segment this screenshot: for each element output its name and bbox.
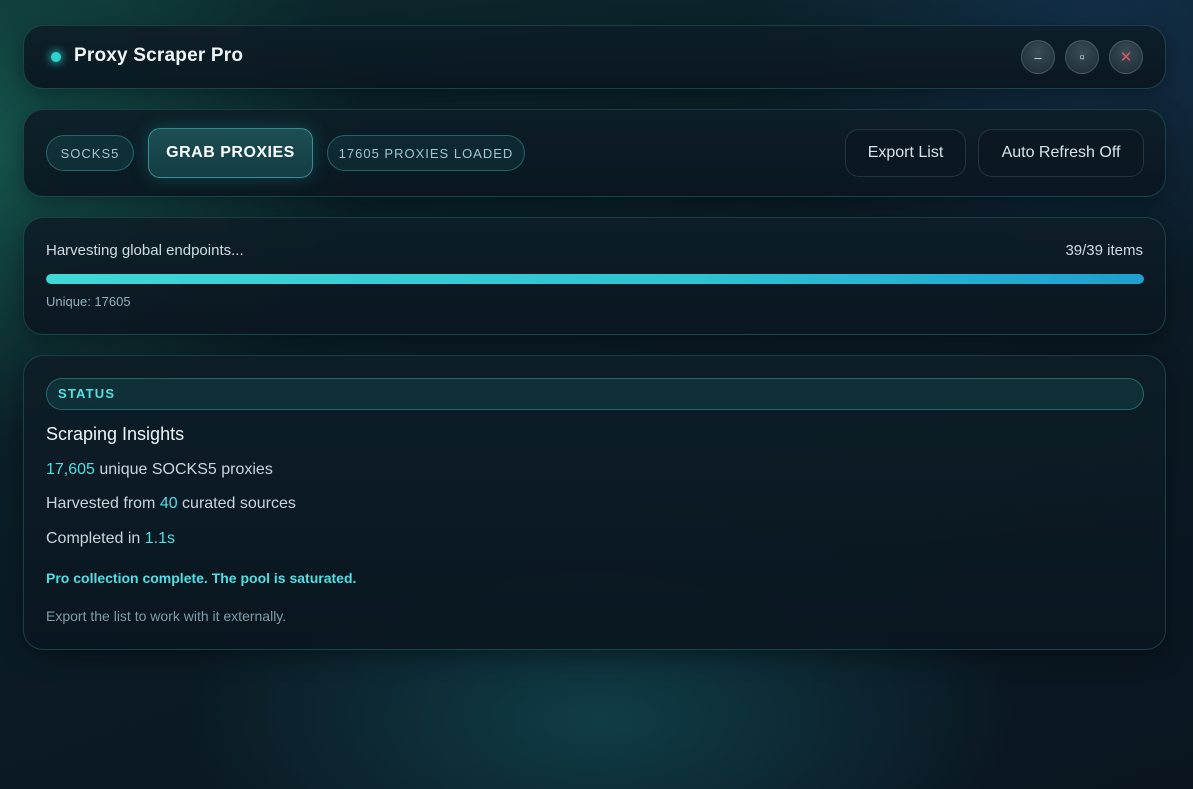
maximize-button[interactable]: ▫ <box>1065 40 1099 74</box>
maximize-icon: ▫ <box>1079 48 1085 66</box>
minimize-icon: – <box>1034 49 1042 65</box>
export-list-button[interactable]: Export List <box>845 129 966 177</box>
insights-title: Scraping Insights <box>46 424 185 444</box>
close-button[interactable]: ✕ <box>1109 40 1143 74</box>
stat-sources-prefix: Harvested from <box>46 495 160 512</box>
progress-count: 39/39 items <box>1065 242 1143 259</box>
complete-message: Pro collection complete. The pool is sat… <box>46 570 357 586</box>
proxies-loaded-badge: 17605 PROXIES LOADED <box>327 135 525 171</box>
stat-time: Completed in 1.1s <box>46 530 175 548</box>
stat-sources-suffix: curated sources <box>177 495 296 512</box>
title-bar: Proxy Scraper Pro – ▫ ✕ <box>23 25 1166 89</box>
minimize-button[interactable]: – <box>1021 40 1055 74</box>
stat-proxies: 17,605 unique SOCKS5 proxies <box>46 461 273 479</box>
stat-proxies-value: 17,605 <box>46 461 95 478</box>
toolbar: SOCKS5 GRAB PROXIES 17605 PROXIES LOADED… <box>23 109 1166 197</box>
protocol-chip[interactable]: SOCKS5 <box>46 135 134 171</box>
stat-sources: Harvested from 40 curated sources <box>46 495 296 513</box>
unique-count: Unique: 17605 <box>46 294 131 309</box>
progress-fill <box>46 274 1144 284</box>
export-hint: Export the list to work with it external… <box>46 608 287 624</box>
grab-proxies-button[interactable]: GRAB PROXIES <box>148 128 313 178</box>
stat-sources-value: 40 <box>159 495 178 512</box>
status-header: STATUS <box>46 378 1144 410</box>
status-dot-icon <box>51 52 61 62</box>
status-panel: STATUS Scraping Insights 17,605 unique S… <box>23 355 1166 650</box>
stat-time-prefix: Completed in <box>46 530 145 547</box>
progress-panel: Harvesting global endpoints... 39/39 ite… <box>23 217 1166 335</box>
stat-time-value: 1.1s <box>144 530 175 547</box>
app-title: Proxy Scraper Pro <box>74 45 244 66</box>
close-icon: ✕ <box>1119 49 1133 66</box>
progress-label: Harvesting global endpoints... <box>46 242 244 259</box>
auto-refresh-toggle[interactable]: Auto Refresh Off <box>978 129 1144 177</box>
progress-track <box>46 274 1144 284</box>
stat-proxies-suffix: unique SOCKS5 proxies <box>94 461 273 478</box>
